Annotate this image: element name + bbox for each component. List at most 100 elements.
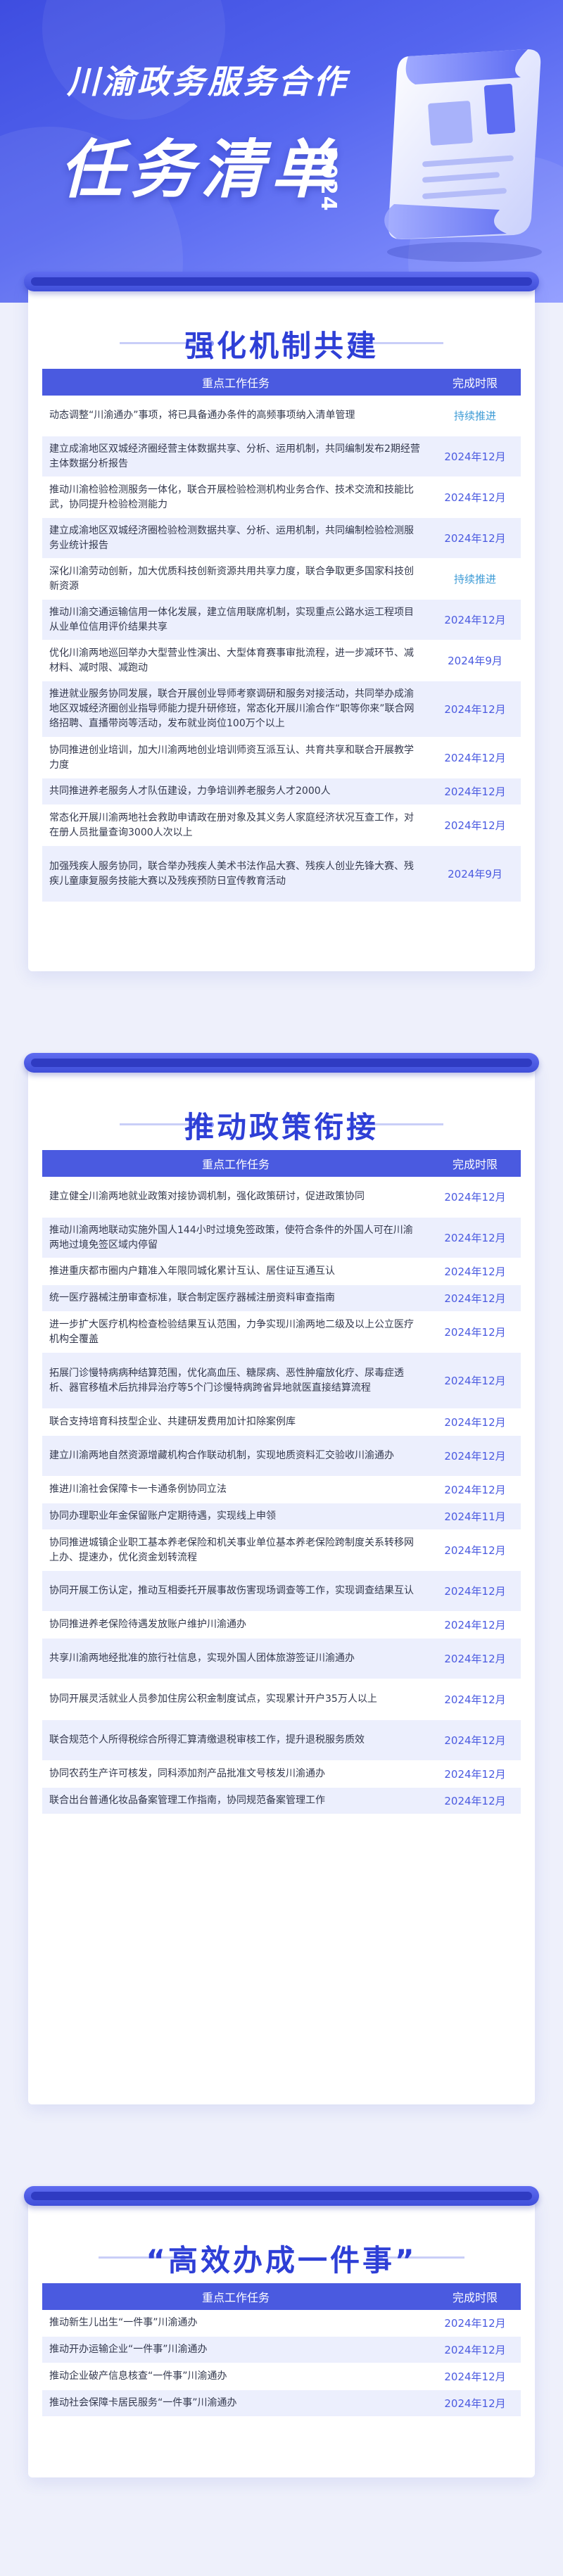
deadline-cell: 2024年12月 xyxy=(444,1265,506,1278)
section-card-rail xyxy=(24,1053,539,1073)
table-row: 建立健全川渝两地就业政策对接协调机制，强化政策研讨，促进政策协同 2024年12月 xyxy=(42,1177,521,1218)
task-cell: 建立川渝两地自然资源增藏机构合作联动机制，实现地质资料汇交验收川渝通办 xyxy=(49,1450,394,1461)
deadline-cell: 2024年12月 xyxy=(444,703,506,716)
table-row: 推动开办运输企业“一件事”川渝通办 2024年12月 xyxy=(42,2337,521,2363)
table-row: 统一医疗器械注册审查标准，联合制定医疗器械注册资料审查指南 2024年12月 xyxy=(42,1285,521,1312)
table-row: 协同开展灵活就业人员参加住房公积金制度试点，实现累计开户35万人以上 2024年1… xyxy=(42,1679,521,1720)
section-card-one-thing: “高效办成一件事” 重点工作任务 完成时限 推动新生儿出生“一件事”川渝通办 20… xyxy=(24,2186,539,2477)
task-cell: 推进重庆都市圈内户籍准入年限同城化累计互认、居住证互通互认 xyxy=(49,1265,335,1277)
task-cell: 推动企业破产信息核查“一件事”川渝通办 xyxy=(49,2370,227,2382)
table-row: 联合出台普通化妆品备案管理工作指南，协同规范备案管理工作 2024年12月 xyxy=(42,1788,521,1814)
table-row: 联合规范个人所得税综合所得汇算清缴退税审核工作，提升退税服务质效 2024年12月 xyxy=(42,1720,521,1761)
task-cell: 拓展门诊慢特病病种结算范围，优化高血压、糖尿病、恶性肿瘤放化疗、尿毒症透析、器官… xyxy=(49,1367,404,1394)
task-cell: 联合规范个人所得税综合所得汇算清缴退税审核工作，提升退税服务质效 xyxy=(49,1734,365,1745)
deadline-cell: 2024年12月 xyxy=(444,2370,506,2383)
task-cell: 常态化开展川渝两地社会救助申请政在册对象及其义务人家庭经济状况互查工作，对在册人… xyxy=(49,812,414,838)
table-row: 推动新生儿出生“一件事”川渝通办 2024年12月 xyxy=(42,2310,521,2337)
deadline-cell: 持续推进 xyxy=(453,410,496,422)
task-cell: 协同开展灵活就业人员参加住房公积金制度试点，实现累计开户35万人以上 xyxy=(49,1693,377,1705)
table-row: 建立川渝两地自然资源增藏机构合作联动机制，实现地质资料汇交验收川渝通办 2024年… xyxy=(42,1436,521,1477)
deadline-cell: 2024年12月 xyxy=(444,1450,506,1463)
table-row: 协同推进城镇企业职工基本养老保险和机关事业单位基本养老保险跨制度关系转移网上办、… xyxy=(42,1530,521,1571)
deadline-cell: 2024年9月 xyxy=(448,868,502,880)
task-cell: 推动开办运输企业“一件事”川渝通办 xyxy=(49,2344,208,2355)
section-card-policy: 推动政策衔接 重点工作任务 完成时限 建立健全川渝两地就业政策对接协调机制，强化… xyxy=(24,1053,539,2104)
table-row: 推动川渝检验检测服务一体化，联合开展检验检测机构业务合作、技术交流和技能比武，协… xyxy=(42,477,521,518)
deadline-cell: 2024年12月 xyxy=(444,1232,506,1244)
deadline-cell: 2024年12月 xyxy=(444,614,506,626)
task-cell: 协同推进城镇企业职工基本养老保险和机关事业单位基本养老保险跨制度关系转移网上办、… xyxy=(49,1536,414,1563)
deadline-cell: 2024年12月 xyxy=(444,1484,506,1496)
deadline-cell: 2024年12月 xyxy=(444,532,506,545)
deadline-cell: 2024年12月 xyxy=(444,1768,506,1781)
table-header: 重点工作任务 完成时限 xyxy=(42,1150,521,1177)
section-title: “高效办成一件事” xyxy=(146,2243,417,2278)
table-row: 推动川渝交通运输信用一体化发展，建立信用联席机制，实现重点公路水运工程项目从业单… xyxy=(42,600,521,640)
header-deadline: 完成时限 xyxy=(452,2291,498,2304)
task-cell: 推动新生儿出生“一件事”川渝通办 xyxy=(49,2317,198,2328)
task-cell: 建立成渝地区双城经济圈检验检测数据共享、分析、运用机制，共同编制检验检测服务业统… xyxy=(49,524,414,551)
deadline-cell: 2024年12月 xyxy=(444,450,506,463)
deadline-cell: 2024年12月 xyxy=(444,1619,506,1631)
page: 川渝政务服务合作 任务清单 2024 强化机制共建 重点工作任务 完成时限 动态… xyxy=(0,0,563,2576)
table-row: 协同开展工伤认定，推动互相委托开展事故伤害现场调查等工作，实现调查结果互认 202… xyxy=(42,1571,521,1612)
header-deadline: 完成时限 xyxy=(452,1158,498,1171)
task-table: 重点工作任务 完成时限 动态调整“川渝通办”事项，将已具备通办条件的高频事项纳入… xyxy=(42,369,521,902)
header-deadline: 完成时限 xyxy=(452,377,498,390)
task-cell: 共同推进养老服务人才队伍建设，力争培训养老服务人才2000人 xyxy=(49,785,331,797)
task-cell: 协同办理职业年金保留账户定期待遇，实现线上申领 xyxy=(49,1510,276,1522)
table-row: 协同农药生产许可核发，同科添加剂产品批准文号核发川渝通办 2024年12月 xyxy=(42,1761,521,1788)
task-cell: 共享川渝两地经批准的旅行社信息，实现外国人团体旅游签证川渝通办 xyxy=(49,1653,355,1664)
deadline-cell: 2024年12月 xyxy=(444,819,506,832)
table-row: 推进川渝社会保障卡一卡通条例协同立法 2024年12月 xyxy=(42,1477,521,1503)
table-row: 加强残疾人服务协同，联合举办残疾人美术书法作品大赛、残疾人创业先锋大赛、残疾儿童… xyxy=(42,846,521,902)
hero-year: 2024 xyxy=(316,148,341,213)
deadline-cell: 2024年12月 xyxy=(444,1292,506,1305)
deadline-cell: 2024年12月 xyxy=(444,2344,506,2356)
hero-title-line1: 川渝政务服务合作 xyxy=(67,63,348,101)
table-row: 协同推进创业培训，加大川渝两地创业培训师资互派互认、共育共享和联合开展教学力度 2… xyxy=(42,738,521,778)
table-row: 推动川渝两地联动实施外国人144小时过境免签政策，使符合条件的外国人可在川渝两地… xyxy=(42,1218,521,1258)
table-row: 推进重庆都市圈内户籍准入年限同城化累计互认、居住证互通互认 2024年12月 xyxy=(42,1258,521,1285)
deadline-cell: 2024年12月 xyxy=(444,1544,506,1557)
table-row: 常态化开展川渝两地社会救助申请政在册对象及其义务人家庭经济状况互查工作，对在册人… xyxy=(42,805,521,846)
deadline-cell: 2024年12月 xyxy=(444,752,506,764)
table-row: 进一步扩大医疗机构检查检验结果互认范围，力争实现川渝两地二级及以上公立医疗机构全… xyxy=(42,1312,521,1353)
task-cell: 推进就业服务协同发展，联合开展创业导师考察调研和服务对接活动，共同举办成渝地区双… xyxy=(49,688,415,729)
deadline-cell: 2024年12月 xyxy=(444,1795,506,1807)
section-card-mechanism: 强化机制共建 重点工作任务 完成时限 动态调整“川渝通办”事项，将已具备通办条件… xyxy=(24,272,539,971)
deadline-cell: 持续推进 xyxy=(453,573,496,586)
deadline-cell: 2024年12月 xyxy=(444,785,506,798)
task-cell: 进一步扩大医疗机构检查检验结果互认范围，力争实现川渝两地二级及以上公立医疗机构全… xyxy=(49,1318,414,1345)
task-cell: 协同农药生产许可核发，同科添加剂产品批准文号核发川渝通办 xyxy=(49,1768,325,1779)
table-body: 推动新生儿出生“一件事”川渝通办 2024年12月 推动开办运输企业“一件事”川渝通… xyxy=(42,2310,521,2417)
task-table: 重点工作任务 完成时限 推动新生儿出生“一件事”川渝通办 2024年12月 推动开办… xyxy=(42,2283,521,2417)
deadline-cell: 2024年12月 xyxy=(444,1693,506,1706)
task-cell: 统一医疗器械注册审查标准，联合制定医疗器械注册资料审查指南 xyxy=(49,1292,335,1303)
section-title: 强化机制共建 xyxy=(184,329,379,363)
task-cell: 推动川渝交通运输信用一体化发展，建立信用联席机制，实现重点公路水运工程项目从业单… xyxy=(49,606,414,633)
hero-title-line2: 任务清单 xyxy=(60,133,341,207)
table-row: 深化川渝劳动创新，加大优质科技创新资源共用共享力度，联合争取更多国家科技创新资源… xyxy=(42,559,521,600)
task-cell: 联合支持培育科技型企业、共建研发费用加计扣除案例库 xyxy=(49,1416,296,1427)
table-row: 推动企业破产信息核查“一件事”川渝通办 2024年12月 xyxy=(42,2363,521,2390)
table-row: 协同推进养老保险待遇发放账户维护川渝通办 2024年12月 xyxy=(42,1612,521,1639)
task-cell: 推动社会保障卡居民服务“一件事”川渝通办 xyxy=(49,2397,237,2408)
task-cell: 优化川渝两地巡回举办大型营业性演出、大型体育赛事审批流程，进一步减环节、减材料、… xyxy=(49,647,414,674)
task-cell: 推动川渝检验检测服务一体化，联合开展检验检测机构业务合作、技术交流和技能比武，协… xyxy=(49,484,414,510)
deadline-cell: 2024年12月 xyxy=(444,1416,506,1429)
hero-banner: 川渝政务服务合作 任务清单 2024 xyxy=(0,0,563,303)
task-cell: 加强残疾人服务协同，联合举办残疾人美术书法作品大赛、残疾人创业先锋大赛、残疾儿童… xyxy=(49,860,414,887)
table-row: 推进就业服务协同发展，联合开展创业导师考察调研和服务对接活动，共同举办成渝地区双… xyxy=(42,681,521,738)
task-cell: 建立健全川渝两地就业政策对接协调机制，强化政策研讨，促进政策协同 xyxy=(49,1191,365,1202)
table-row: 动态调整“川渝通办”事项，将已具备通办条件的高频事项纳入清单管理 持续推进 xyxy=(42,396,521,436)
deadline-cell: 2024年11月 xyxy=(444,1510,506,1523)
header-task: 重点工作任务 xyxy=(201,1158,270,1171)
task-cell: 协同开展工伤认定，推动互相委托开展事故伤害现场调查等工作，实现调查结果互认 xyxy=(49,1585,414,1596)
task-table: 重点工作任务 完成时限 建立健全川渝两地就业政策对接协调机制，强化政策研讨，促进… xyxy=(42,1150,521,1814)
section-card-rail xyxy=(24,272,539,291)
table-row: 拓展门诊慢特病病种结算范围，优化高血压、糖尿病、恶性肿瘤放化疗、尿毒症透析、器官… xyxy=(42,1353,521,1409)
header-task: 重点工作任务 xyxy=(201,2291,270,2304)
section-title: 推动政策衔接 xyxy=(184,1110,379,1144)
deadline-cell: 2024年12月 xyxy=(444,1585,506,1598)
